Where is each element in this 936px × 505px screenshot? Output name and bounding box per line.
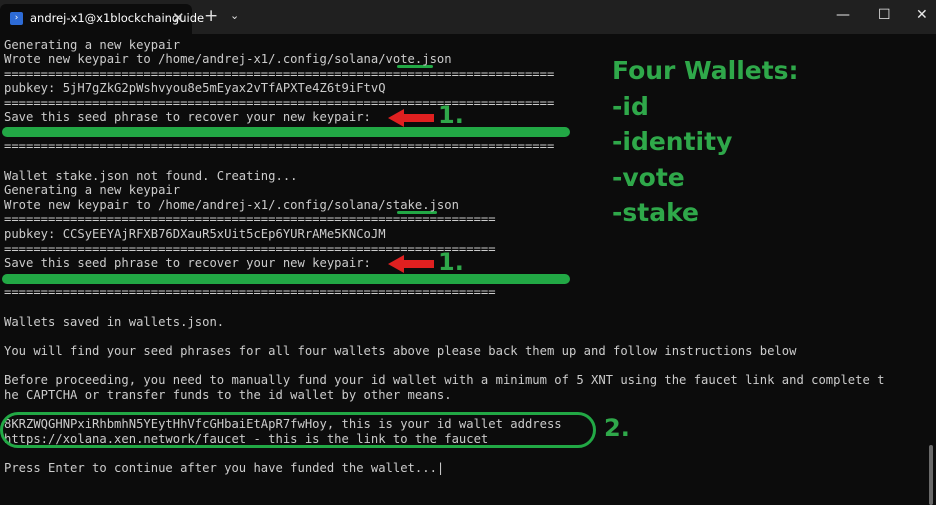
prompt-text: Press Enter to continue after you have f…: [4, 461, 437, 475]
seed-phrase-redaction: [2, 274, 570, 284]
tab-close-icon[interactable]: ✕: [172, 9, 185, 27]
close-button[interactable]: ✕: [916, 7, 928, 23]
maximize-button[interactable]: ☐: [878, 7, 891, 23]
terminal-line: Generating a new keypair: [4, 38, 181, 52]
red-arrow-icon: [388, 255, 434, 273]
terminal-line: ========================================…: [4, 96, 555, 110]
red-arrow-icon: [388, 109, 434, 127]
seed-phrase-redaction: [2, 127, 570, 137]
wallet-address-highlight: [0, 412, 596, 448]
step-2-label: 2.: [604, 414, 630, 442]
wallet-item: -vote: [612, 163, 685, 192]
terminal-line: ========================================…: [4, 285, 496, 299]
terminal-line: Wallets saved in wallets.json.: [4, 315, 225, 329]
terminal-line: Wrote new keypair to /home/andrej-x1/.co…: [4, 198, 459, 212]
terminal-line: Save this seed phrase to recover your ne…: [4, 110, 371, 124]
terminal-line: ========================================…: [4, 67, 555, 81]
title-bar: › andrej-x1@x1blockchainguide ✕ + ⌄ — ☐ …: [0, 0, 936, 34]
terminal-line: Wallet stake.json not found. Creating...: [4, 169, 298, 183]
terminal-line: ========================================…: [4, 139, 555, 153]
step-1-label: 1.: [438, 248, 464, 276]
text-cursor: |: [436, 461, 445, 475]
terminal-line: ========================================…: [4, 212, 496, 226]
chevron-down-icon[interactable]: ⌄: [230, 9, 239, 22]
terminal-tab[interactable]: › andrej-x1@x1blockchainguide ✕: [0, 4, 204, 34]
terminal-line: pubkey: 5jH7gZkG2pWshvyou8e5mEyax2vTfAPX…: [4, 81, 386, 95]
wallet-item: -identity: [612, 127, 733, 156]
terminal-line: he CAPTCHA or transfer funds to the id w…: [4, 388, 452, 402]
wallet-item: -stake: [612, 198, 699, 227]
terminal-line: Save this seed phrase to recover your ne…: [4, 256, 371, 270]
scroll-thumb[interactable]: [929, 445, 933, 505]
wallets-title: Four Wallets:: [612, 56, 799, 85]
terminal-line: Wrote new keypair to /home/andrej-x1/.co…: [4, 52, 452, 66]
powershell-icon: ›: [10, 12, 23, 25]
terminal-prompt-line: Press Enter to continue after you have f…: [4, 461, 444, 476]
scrollbar[interactable]: [926, 37, 936, 505]
wallet-item: -id: [612, 92, 649, 121]
terminal-line: Before proceeding, you need to manually …: [4, 373, 885, 387]
minimize-button[interactable]: —: [836, 7, 850, 23]
terminal-line: Generating a new keypair: [4, 183, 181, 197]
step-1-label: 1.: [438, 101, 464, 129]
terminal-line: You will find your seed phrases for all …: [4, 344, 797, 358]
terminal-line: pubkey: CCSyEEYAjRFXB76DXauR5xUit5cEp6YU…: [4, 227, 386, 241]
new-tab-button[interactable]: +: [204, 6, 218, 26]
